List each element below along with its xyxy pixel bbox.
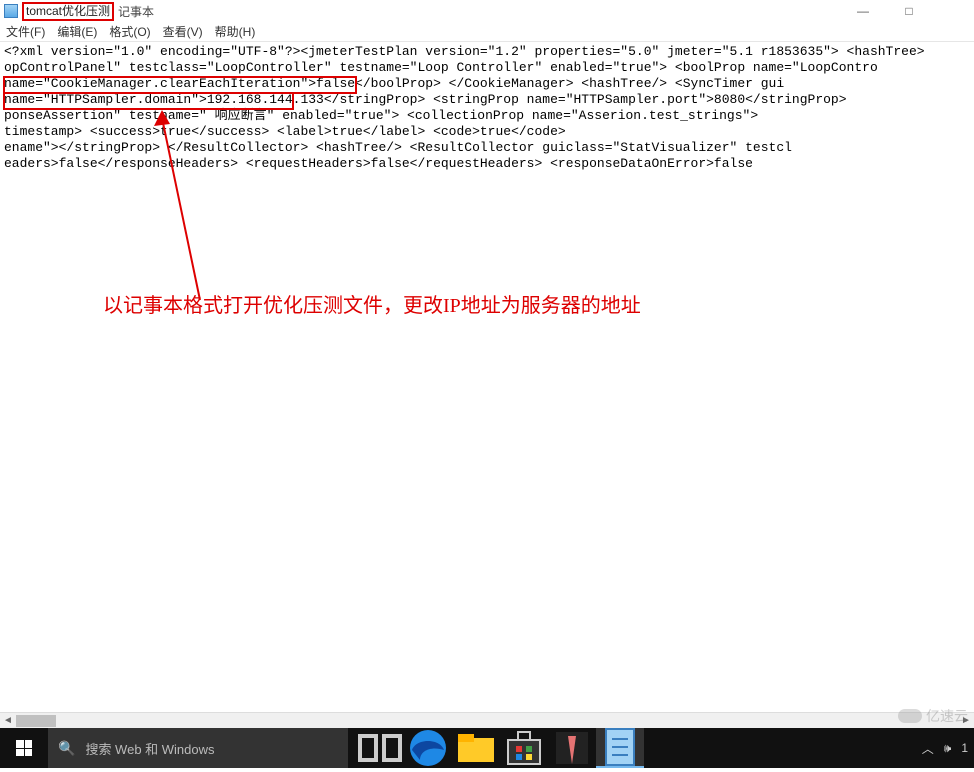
text-line: ponseAssertion" testname=" 响应断言" enabled… bbox=[4, 108, 970, 124]
menu-edit[interactable]: 编辑(E) bbox=[57, 23, 97, 40]
text-line: ename"></stringProp> </ResultCollector> … bbox=[4, 140, 970, 156]
notepad-taskbar-icon[interactable] bbox=[596, 728, 644, 768]
minimize-button[interactable]: — bbox=[854, 4, 872, 18]
search-icon: 🔍 bbox=[58, 740, 75, 757]
title-filename: tomcat优化压测 bbox=[22, 2, 114, 21]
menu-help[interactable]: 帮助(H) bbox=[215, 23, 256, 40]
watermark-text: 亿速云 bbox=[926, 706, 968, 726]
taskbar: 🔍 搜索 Web 和 Windows ︿ 🕪 1 bbox=[0, 728, 974, 768]
window-controls: — □ bbox=[854, 0, 974, 22]
menubar: 文件(F) 编辑(E) 格式(O) 查看(V) 帮助(H) bbox=[0, 22, 974, 42]
taskview-icon[interactable] bbox=[356, 728, 404, 768]
menu-file[interactable]: 文件(F) bbox=[6, 23, 45, 40]
notepad-icon bbox=[4, 4, 18, 18]
taskbar-search[interactable]: 🔍 搜索 Web 和 Windows bbox=[48, 728, 348, 768]
cloud-icon bbox=[898, 709, 922, 723]
system-tray: ︿ 🕪 1 bbox=[922, 728, 968, 768]
tray-time[interactable]: 1 bbox=[961, 741, 968, 755]
text-line: eaders>false</responseHeaders> <requestH… bbox=[4, 156, 970, 172]
title-appname: 记事本 bbox=[118, 3, 154, 20]
file-explorer-icon[interactable] bbox=[452, 728, 500, 768]
store-icon[interactable] bbox=[500, 728, 548, 768]
text-line: <?xml version="1.0" encoding="UTF-8"?><j… bbox=[4, 44, 970, 60]
text-line: opControlPanel" testclass="LoopControlle… bbox=[4, 60, 970, 76]
taskbar-icons bbox=[356, 728, 644, 768]
editor-content[interactable]: <?xml version="1.0" encoding="UTF-8"?><j… bbox=[0, 42, 974, 712]
maximize-button[interactable]: □ bbox=[900, 4, 918, 18]
annotation-text: 以记事本格式打开优化压测文件，更改IP地址为服务器的地址 bbox=[103, 298, 641, 314]
start-button[interactable] bbox=[0, 728, 48, 768]
text-line: name="CookieManager.clearEachIteration">… bbox=[4, 76, 970, 92]
scroll-thumb[interactable] bbox=[16, 715, 56, 727]
titlebar: tomcat优化压测 记事本 — □ bbox=[0, 0, 974, 22]
menu-format[interactable]: 格式(O) bbox=[109, 23, 150, 40]
tray-show-hidden-icon[interactable]: ︿ bbox=[922, 740, 934, 757]
menu-view[interactable]: 查看(V) bbox=[163, 23, 203, 40]
text-line: timestamp> <success>true</success> <labe… bbox=[4, 124, 970, 140]
search-placeholder: 搜索 Web 和 Windows bbox=[85, 739, 214, 758]
edge-browser-icon[interactable] bbox=[404, 728, 452, 768]
text-line: name="HTTPSampler.domain">192.168.144.13… bbox=[4, 92, 970, 108]
app-icon[interactable] bbox=[548, 728, 596, 768]
watermark: 亿速云 bbox=[898, 706, 968, 726]
windows-logo-icon bbox=[16, 740, 32, 756]
scroll-left-icon[interactable]: ◄ bbox=[0, 713, 16, 729]
tray-icon[interactable]: 🕪 bbox=[944, 741, 952, 756]
